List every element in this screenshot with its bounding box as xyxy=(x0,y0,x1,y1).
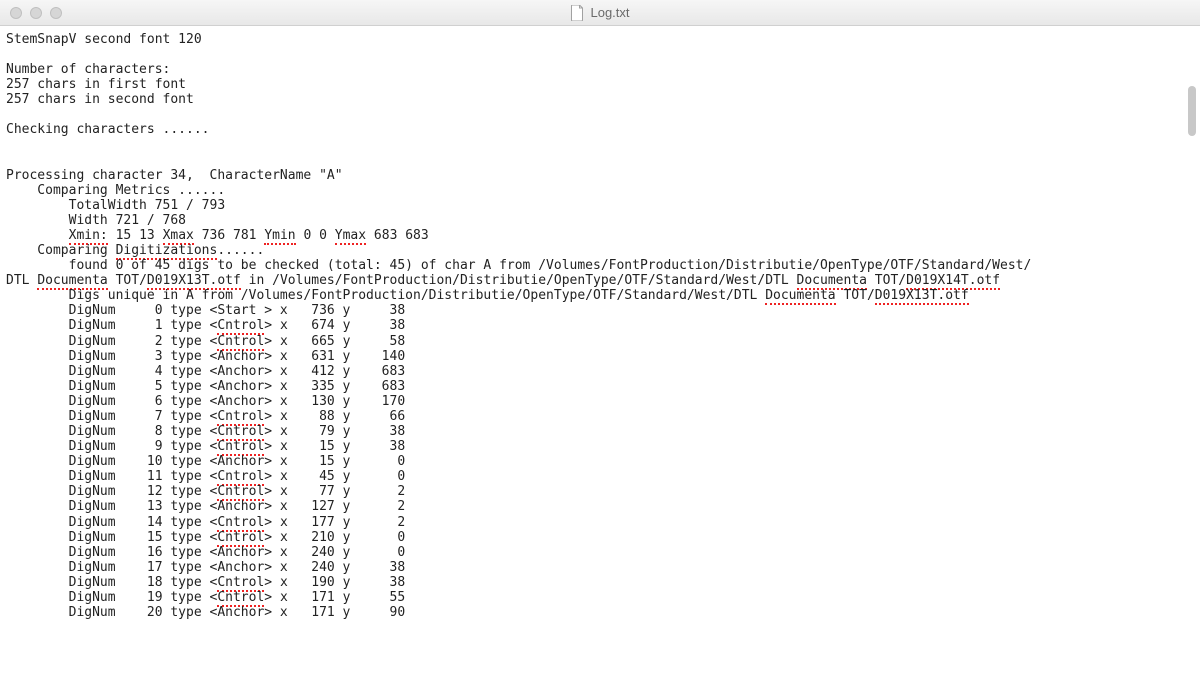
titlebar: Log.txt xyxy=(0,0,1200,26)
zoom-icon[interactable] xyxy=(50,7,62,19)
minimize-icon[interactable] xyxy=(30,7,42,19)
window-title-group: Log.txt xyxy=(570,5,629,21)
window-controls xyxy=(10,7,62,19)
close-icon[interactable] xyxy=(10,7,22,19)
log-text-content[interactable]: StemSnapV second font 120 Number of char… xyxy=(0,26,1200,690)
scrollbar-thumb[interactable] xyxy=(1188,86,1196,136)
window-title: Log.txt xyxy=(590,5,629,20)
document-icon xyxy=(570,5,584,21)
